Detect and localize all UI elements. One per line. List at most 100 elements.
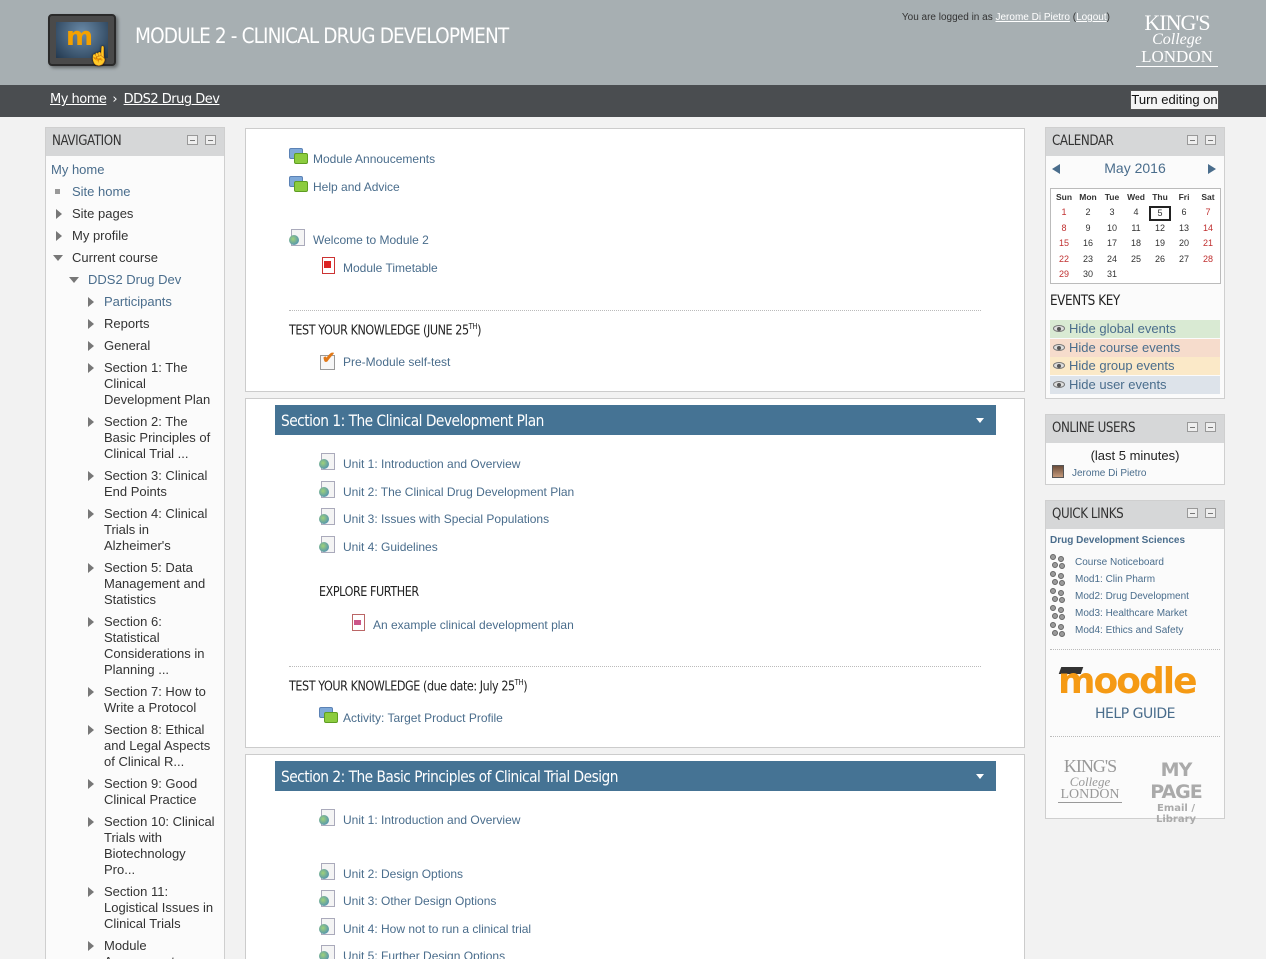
calendar-day[interactable]: 17: [1100, 238, 1124, 248]
site-logo[interactable]: m ☝: [48, 14, 116, 66]
nav-item[interactable]: Site home: [72, 184, 218, 200]
calendar-day[interactable]: 21: [1196, 238, 1220, 248]
nav-item[interactable]: Section 5: Data Management and Statistic…: [104, 560, 218, 608]
calendar-day[interactable]: 3: [1100, 207, 1124, 217]
unit-link[interactable]: Unit 4: Guidelines: [343, 540, 438, 554]
kcl-logo[interactable]: KING'S College LONDON: [1136, 12, 1218, 67]
expand-arrow-icon[interactable]: [88, 471, 94, 481]
quick-link[interactable]: Mod2: Drug Development: [1075, 591, 1189, 602]
pre-module-self-test-link[interactable]: Pre-Module self-test: [343, 355, 450, 369]
calendar-day[interactable]: 22: [1052, 254, 1076, 264]
nav-item[interactable]: Section 7: How to Write a Protocol: [104, 684, 218, 716]
unit-link[interactable]: Unit 2: The Clinical Drug Development Pl…: [343, 485, 574, 499]
calendar-today[interactable]: 5: [1149, 206, 1171, 221]
calendar-day[interactable]: 27: [1172, 254, 1196, 264]
unit-link[interactable]: Unit 4: How not to run a clinical trial: [343, 922, 531, 936]
calendar-day[interactable]: 1: [1052, 207, 1076, 217]
nav-item[interactable]: Section 6: Statistical Considerations in…: [104, 614, 218, 678]
calendar-day[interactable]: 10: [1100, 223, 1124, 233]
collapse-arrow-icon[interactable]: [69, 277, 79, 283]
expand-arrow-icon[interactable]: [88, 509, 94, 519]
dock-icon[interactable]: [205, 135, 216, 145]
nav-item[interactable]: Module Assessment: [104, 938, 218, 959]
nav-item[interactable]: Section 9: Good Clinical Practice: [104, 776, 218, 808]
expand-arrow-icon[interactable]: [88, 887, 94, 897]
calendar-day[interactable]: 20: [1172, 238, 1196, 248]
calendar-day[interactable]: 8: [1052, 223, 1076, 233]
expand-arrow-icon[interactable]: [88, 417, 94, 427]
expand-arrow-icon[interactable]: [88, 617, 94, 627]
unit-link[interactable]: Unit 3: Issues with Special Populations: [343, 512, 549, 526]
activity-link[interactable]: Module Timetable: [343, 261, 438, 275]
online-user-link[interactable]: Jerome Di Pietro: [1072, 468, 1146, 479]
minimize-icon[interactable]: [1187, 422, 1198, 432]
expand-arrow-icon[interactable]: [88, 563, 94, 573]
calendar-day[interactable]: 12: [1148, 223, 1172, 233]
unit-link[interactable]: Unit 2: Design Options: [343, 867, 463, 881]
calendar-day[interactable]: 23: [1076, 254, 1100, 264]
chevron-down-icon[interactable]: [976, 774, 984, 779]
minimize-icon[interactable]: [187, 135, 198, 145]
unit-link[interactable]: Unit 1: Introduction and Overview: [343, 457, 520, 471]
events-key-item[interactable]: Hide global events: [1050, 320, 1220, 338]
activity-link[interactable]: Help and Advice: [313, 180, 400, 194]
dock-icon[interactable]: [1205, 135, 1216, 145]
calendar-day[interactable]: 13: [1172, 223, 1196, 233]
example-plan-link[interactable]: An example clinical development plan: [373, 618, 574, 632]
calendar-day[interactable]: 31: [1100, 269, 1124, 279]
collapse-arrow-icon[interactable]: [53, 255, 63, 261]
calendar-day[interactable]: 30: [1076, 269, 1100, 279]
quick-link[interactable]: Mod1: Clin Pharm: [1075, 574, 1155, 585]
expand-arrow-icon[interactable]: [88, 817, 94, 827]
calendar-day[interactable]: 2: [1076, 207, 1100, 217]
calendar-day[interactable]: 24: [1100, 254, 1124, 264]
events-key-item[interactable]: Hide course events: [1050, 338, 1220, 357]
expand-arrow-icon[interactable]: [88, 319, 94, 329]
events-key-item[interactable]: Hide group events: [1050, 357, 1220, 375]
activity-link[interactable]: Module Annoucements: [313, 152, 435, 166]
dock-icon[interactable]: [1205, 422, 1216, 432]
calendar-day[interactable]: 26: [1148, 254, 1172, 264]
dock-icon[interactable]: [1205, 508, 1216, 518]
nav-item[interactable]: My home: [51, 162, 218, 178]
calendar-day[interactable]: 25: [1124, 254, 1148, 264]
calendar-day[interactable]: 4: [1124, 207, 1148, 217]
target-product-profile-link[interactable]: Activity: Target Product Profile: [343, 711, 503, 725]
expand-arrow-icon[interactable]: [56, 231, 62, 241]
expand-arrow-icon[interactable]: [88, 297, 94, 307]
calendar-day[interactable]: 9: [1076, 223, 1100, 233]
nav-item[interactable]: DDS2 Drug Dev: [88, 272, 218, 288]
nav-item[interactable]: Section 2: The Basic Principles of Clini…: [104, 414, 218, 462]
unit-link[interactable]: Unit 1: Introduction and Overview: [343, 813, 520, 827]
moodle-logo[interactable]: moodle: [1058, 661, 1198, 702]
quick-links-heading[interactable]: Drug Development Sciences: [1050, 535, 1185, 546]
expand-arrow-icon[interactable]: [88, 725, 94, 735]
calendar-day[interactable]: 11: [1124, 223, 1148, 233]
user-profile-link[interactable]: Jerome Di Pietro: [995, 12, 1069, 23]
breadcrumb-home[interactable]: My home: [50, 92, 107, 107]
calendar-day[interactable]: 28: [1196, 254, 1220, 264]
calendar-day[interactable]: 29: [1052, 269, 1076, 279]
minimize-icon[interactable]: [1187, 135, 1198, 145]
nav-item[interactable]: Section 11: Logistical Issues in Clinica…: [104, 884, 218, 932]
events-key-item[interactable]: Hide user events: [1050, 375, 1220, 394]
expand-arrow-icon[interactable]: [88, 779, 94, 789]
calendar-day[interactable]: 16: [1076, 238, 1100, 248]
calendar-day[interactable]: 6: [1172, 207, 1196, 217]
nav-item[interactable]: Site pages: [72, 206, 218, 222]
expand-arrow-icon[interactable]: [56, 209, 62, 219]
nav-item[interactable]: Section 10: Clinical Trials with Biotech…: [104, 814, 218, 878]
nav-item[interactable]: Reports: [104, 316, 218, 332]
nav-item[interactable]: Current course: [72, 250, 218, 266]
nav-item[interactable]: My profile: [72, 228, 218, 244]
section-1-header[interactable]: Section 1: The Clinical Development Plan: [275, 405, 996, 435]
quick-link[interactable]: Course Noticeboard: [1075, 557, 1164, 568]
calendar-day[interactable]: 14: [1196, 223, 1220, 233]
turn-editing-on-button[interactable]: Turn editing on: [1130, 90, 1219, 110]
logout-link[interactable]: Logout: [1076, 12, 1107, 23]
chevron-down-icon[interactable]: [976, 418, 984, 423]
expand-arrow-icon[interactable]: [88, 341, 94, 351]
nav-item[interactable]: Section 3: Clinical End Points: [104, 468, 218, 500]
nav-item[interactable]: Section 1: The Clinical Development Plan: [104, 360, 218, 408]
my-page-link[interactable]: MY PAGE Email / Library: [1136, 759, 1216, 825]
